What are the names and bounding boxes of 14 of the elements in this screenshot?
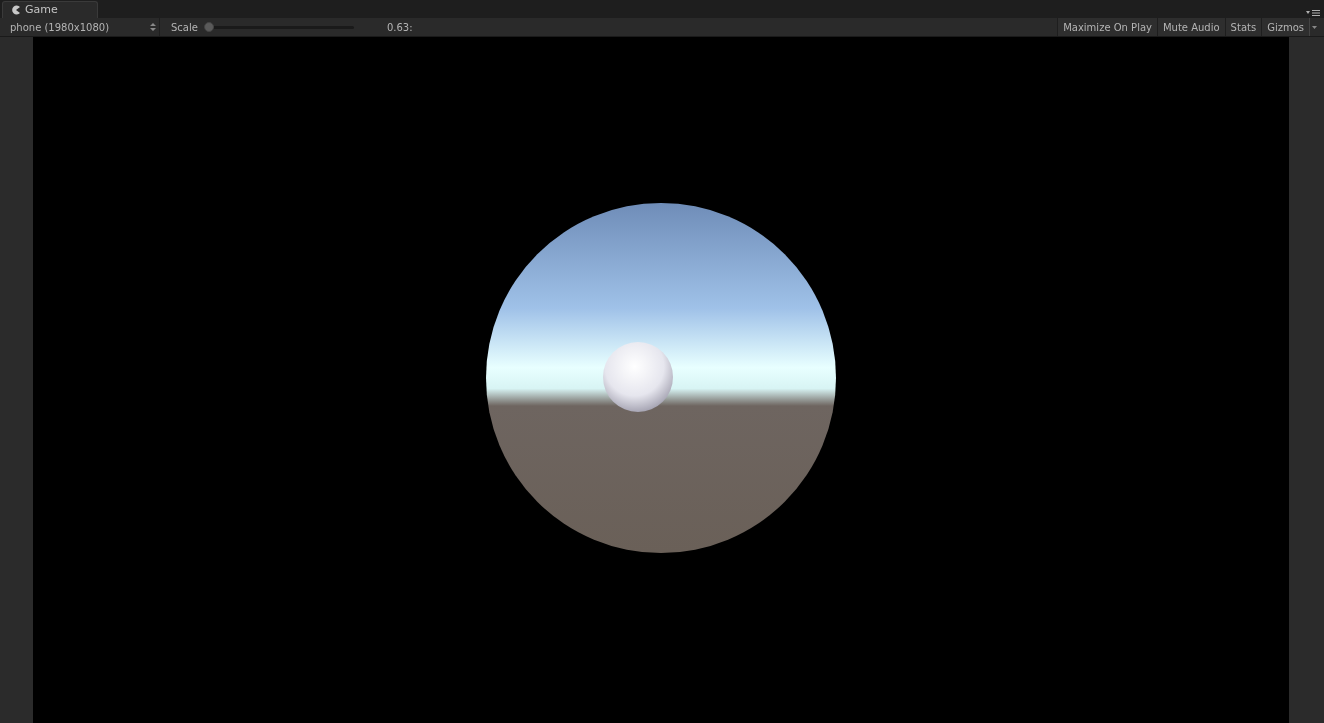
game-tab[interactable]: Game: [2, 1, 98, 18]
updown-arrows-icon: [150, 23, 156, 31]
caret-icon: [1312, 25, 1317, 29]
pacman-icon: [11, 5, 21, 15]
resolution-dropdown[interactable]: phone (1980x1080): [0, 18, 160, 36]
menu-icon[interactable]: [1306, 9, 1320, 17]
toolbar-toggle[interactable]: Maximize On Play: [1057, 18, 1157, 36]
scale-value: 0.63:: [386, 20, 413, 35]
toolbar-toggle[interactable]: Gizmos: [1261, 18, 1309, 36]
scale-label: Scale: [171, 20, 198, 35]
toolbar-toggle[interactable]: Mute Audio: [1156, 18, 1225, 36]
toolbar-toggle[interactable]: Stats: [1224, 18, 1262, 36]
gizmos-dropdown-arrow[interactable]: [1309, 18, 1319, 36]
scale-slider[interactable]: [203, 22, 354, 32]
